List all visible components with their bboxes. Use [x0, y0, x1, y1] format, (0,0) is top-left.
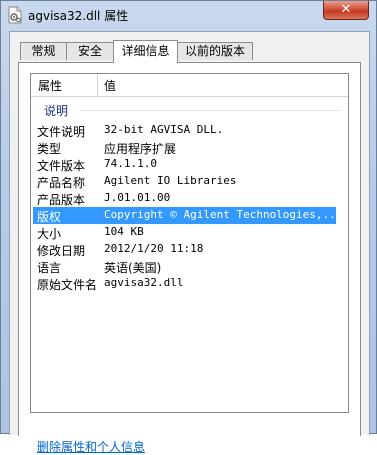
- details-panel: 属性 值 说明 文件说明 32-bit AGVISA DLL. 类型 应用程序扩…: [18, 62, 361, 454]
- property-value: J.01.01.00: [104, 191, 171, 204]
- property-value: 英语(美国): [104, 261, 162, 275]
- tab-label: 以前的版本: [184, 44, 245, 58]
- dll-file-icon: [7, 6, 23, 24]
- close-icon: ✕: [340, 2, 352, 17]
- tab-general[interactable]: 常规: [20, 42, 67, 60]
- property-name: 产品版本: [37, 193, 86, 207]
- table-row[interactable]: 原始文件名 agvisa32.dll: [31, 275, 348, 292]
- property-value: 32-bit AGVISA DLL.: [104, 123, 224, 136]
- table-row[interactable]: 修改日期 2012/1/20 11:18: [31, 241, 348, 258]
- column-header-value[interactable]: 值: [104, 77, 116, 94]
- property-name: 版权: [37, 210, 62, 224]
- table-row[interactable]: 文件版本 74.1.1.0: [31, 156, 348, 173]
- tab-label: 安全: [77, 44, 102, 58]
- property-name: 产品名称: [37, 176, 86, 190]
- table-row[interactable]: 类型 应用程序扩展: [31, 139, 348, 156]
- property-value: 应用程序扩展: [104, 142, 177, 156]
- dialog-client-area: 常规 安全 详细信息 以前的版本 属性 值 说明 文件说明 32-bit AGV…: [9, 31, 370, 454]
- group-divider: [79, 110, 341, 111]
- table-row[interactable]: 语言 英语(美国): [31, 258, 348, 275]
- property-value: Agilent IO Libraries: [104, 174, 237, 187]
- property-value: Copyright © Agilent Technologies,...: [104, 208, 343, 221]
- property-name: 语言: [37, 261, 62, 275]
- close-button[interactable]: ✕: [323, 1, 369, 20]
- property-name: 原始文件名: [37, 278, 98, 292]
- table-row[interactable]: 文件说明 32-bit AGVISA DLL.: [31, 122, 348, 139]
- column-divider[interactable]: [97, 74, 98, 96]
- tab-details[interactable]: 详细信息: [113, 40, 178, 63]
- title-bar[interactable]: agvisa32.dll 属性 ✕: [1, 1, 377, 31]
- remove-properties-link[interactable]: 删除属性和个人信息: [37, 438, 145, 455]
- window-title: agvisa32.dll 属性: [28, 9, 129, 23]
- property-name: 文件说明: [37, 125, 86, 139]
- table-row[interactable]: 产品版本 J.01.01.00: [31, 190, 348, 207]
- property-value: agvisa32.dll: [104, 276, 184, 289]
- details-list[interactable]: 属性 值 说明 文件说明 32-bit AGVISA DLL. 类型 应用程序扩…: [30, 73, 349, 413]
- table-row[interactable]: 大小 104 KB: [31, 224, 348, 241]
- tab-previous-versions[interactable]: 以前的版本: [177, 42, 253, 60]
- property-value: 2012/1/20 11:18: [104, 242, 204, 255]
- property-name: 文件版本: [37, 159, 86, 173]
- property-value: 74.1.1.0: [104, 157, 157, 170]
- property-value: 104 KB: [104, 225, 144, 238]
- list-header: 属性 值: [31, 74, 348, 97]
- tab-label: 详细信息: [121, 44, 170, 58]
- tab-security[interactable]: 安全: [66, 42, 114, 60]
- properties-window: agvisa32.dll 属性 ✕ 常规 安全 详细信息 以前的版本 属性 值 …: [0, 0, 377, 454]
- property-name: 大小: [37, 227, 62, 241]
- property-name: 类型: [37, 142, 62, 156]
- property-name: 修改日期: [37, 244, 86, 258]
- tab-label: 常规: [31, 44, 56, 58]
- group-header-description: 说明: [44, 104, 69, 118]
- column-header-property[interactable]: 属性: [38, 77, 62, 94]
- table-row[interactable]: 产品名称 Agilent IO Libraries: [31, 173, 348, 190]
- table-row-selected[interactable]: 版权 Copyright © Agilent Technologies,...: [33, 207, 342, 224]
